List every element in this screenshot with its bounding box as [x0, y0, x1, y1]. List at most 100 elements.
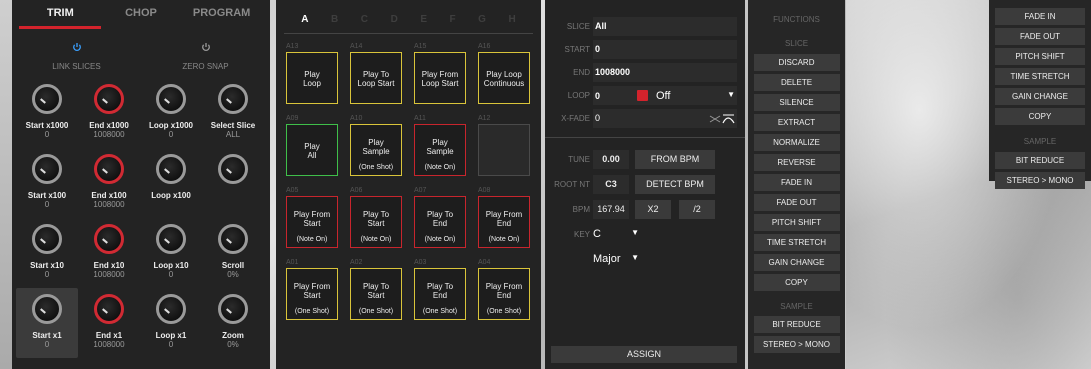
- tab-program[interactable]: PROGRAM: [187, 7, 257, 29]
- knob-dial[interactable]: [94, 294, 124, 324]
- pad-a16[interactable]: Play Loop Continuous: [478, 52, 530, 104]
- knob-end-x10[interactable]: End x10 1008000: [78, 218, 140, 288]
- loop-mode-select[interactable]: Off ▼: [656, 90, 735, 102]
- scale-select[interactable]: Major ▼: [593, 253, 643, 265]
- bpm-field[interactable]: 167.94: [593, 199, 629, 219]
- knob-end-x1000[interactable]: End x1000 1008000: [78, 78, 140, 148]
- knob-end-x100[interactable]: End x100 1008000: [78, 148, 140, 218]
- knob-zoom[interactable]: Zoom 0%: [202, 288, 264, 358]
- pad-a12[interactable]: [478, 124, 530, 176]
- fade-out-button[interactable]: FADE OUT: [753, 194, 840, 211]
- gain-change-button[interactable]: GAIN CHANGE: [753, 254, 840, 271]
- knob-start-x100[interactable]: Start x100 0: [16, 148, 78, 218]
- end-field[interactable]: 1008000: [593, 63, 737, 82]
- normalize-button[interactable]: NORMALIZE: [753, 134, 840, 151]
- lock-icon[interactable]: [637, 90, 648, 101]
- gain-change-button[interactable]: GAIN CHANGE: [995, 88, 1085, 105]
- knob-dial[interactable]: [32, 294, 62, 324]
- pad-a11[interactable]: Play Sample (Note On): [414, 124, 466, 176]
- bit-reduce-button[interactable]: BIT REDUCE: [753, 316, 840, 333]
- knob-dial[interactable]: [156, 84, 186, 114]
- knob-start-x10[interactable]: Start x10 0: [16, 218, 78, 288]
- delete-button[interactable]: DELETE: [753, 74, 840, 91]
- knob-dial[interactable]: [94, 154, 124, 184]
- knob-loop-x100[interactable]: Loop x100: [140, 148, 202, 218]
- stereo-mono-button[interactable]: STEREO > MONO: [995, 172, 1085, 189]
- pad-a09[interactable]: Play All: [286, 124, 338, 176]
- pad-a15[interactable]: Play From Loop Start: [414, 52, 466, 104]
- knob-dial[interactable]: [218, 224, 248, 254]
- fade-in-button[interactable]: FADE IN: [753, 174, 840, 191]
- pad-a07[interactable]: Play To End (Note On): [414, 196, 466, 248]
- copy-button[interactable]: COPY: [753, 274, 840, 291]
- knob-end-x1[interactable]: End x1 1008000: [78, 288, 140, 358]
- pad-a10[interactable]: Play Sample (One Shot): [350, 124, 402, 176]
- pad-a01[interactable]: Play From Start (One Shot): [286, 268, 338, 320]
- pad-bank-b[interactable]: B: [331, 14, 338, 33]
- pad-bank-a[interactable]: A: [301, 14, 308, 33]
- pad-a04[interactable]: Play From End (One Shot): [478, 268, 530, 320]
- assign-button[interactable]: ASSIGN: [551, 346, 737, 363]
- fade-in-button[interactable]: FADE IN: [995, 8, 1085, 25]
- pad-a02[interactable]: Play To Start (One Shot): [350, 268, 402, 320]
- zero-snap-toggle[interactable]: ZERO SNAP: [146, 42, 266, 78]
- pad-a08[interactable]: Play From End (Note On): [478, 196, 530, 248]
- time-stretch-button[interactable]: TIME STRETCH: [995, 68, 1085, 85]
- root-field[interactable]: C3: [593, 174, 629, 194]
- knob-dial[interactable]: [32, 84, 62, 114]
- start-field[interactable]: 0: [593, 40, 737, 59]
- xfade-field[interactable]: 0: [593, 109, 737, 128]
- pitch-shift-button[interactable]: PITCH SHIFT: [995, 48, 1085, 65]
- knob-dial[interactable]: [218, 84, 248, 114]
- pitch-shift-button[interactable]: PITCH SHIFT: [753, 214, 840, 231]
- fade-out-button[interactable]: FADE OUT: [995, 28, 1085, 45]
- stereo-mono-button[interactable]: STEREO > MONO: [753, 336, 840, 353]
- reverse-button[interactable]: REVERSE: [753, 154, 840, 171]
- half-button[interactable]: /2: [679, 199, 715, 219]
- extract-button[interactable]: EXTRACT: [753, 114, 840, 131]
- pad-bank-e[interactable]: E: [420, 14, 427, 33]
- from-bpm-button[interactable]: FROM BPM: [635, 149, 715, 169]
- link-slices-toggle[interactable]: LINK SLICES: [17, 42, 137, 78]
- tune-field[interactable]: 0.00: [593, 149, 629, 169]
- pad-bank-f[interactable]: F: [450, 14, 456, 33]
- silence-button[interactable]: SILENCE: [753, 94, 840, 111]
- pad-bank-g[interactable]: G: [478, 14, 486, 33]
- knob-dial[interactable]: [156, 294, 186, 324]
- pad-bank-d[interactable]: D: [391, 14, 398, 33]
- bit-reduce-button[interactable]: BIT REDUCE: [995, 152, 1085, 169]
- knob-dial[interactable]: [94, 224, 124, 254]
- pad-a05[interactable]: Play From Start (Note On): [286, 196, 338, 248]
- knob-dial[interactable]: [156, 154, 186, 184]
- pad-bank-c[interactable]: C: [361, 14, 368, 33]
- knob-start-x1[interactable]: Start x1 0: [16, 288, 78, 358]
- x2-button[interactable]: X2: [635, 199, 671, 219]
- crossfade-curve-icon[interactable]: [709, 113, 735, 124]
- tab-chop[interactable]: CHOP: [106, 7, 176, 29]
- time-stretch-button[interactable]: TIME STRETCH: [753, 234, 840, 251]
- pad-a06[interactable]: Play To Start (Note On): [350, 196, 402, 248]
- knob-dial[interactable]: [218, 294, 248, 324]
- knob-loop-x10[interactable]: Loop x10 0: [140, 218, 202, 288]
- tab-trim[interactable]: TRIM: [19, 7, 102, 29]
- loop-value[interactable]: 0: [595, 91, 637, 101]
- pad-a03[interactable]: Play To End (One Shot): [414, 268, 466, 320]
- copy-button[interactable]: COPY: [995, 108, 1085, 125]
- knob-blank[interactable]: [202, 148, 264, 218]
- pad-a13[interactable]: Play Loop: [286, 52, 338, 104]
- knob-start-x1000[interactable]: Start x1000 0: [16, 78, 78, 148]
- knob-select-slice[interactable]: Select Slice ALL: [202, 78, 264, 148]
- knob-dial[interactable]: [156, 224, 186, 254]
- knob-dial[interactable]: [94, 84, 124, 114]
- key-select[interactable]: C ▼: [593, 228, 643, 240]
- discard-button[interactable]: DISCARD: [753, 54, 840, 71]
- knob-loop-x1[interactable]: Loop x1 0: [140, 288, 202, 358]
- pad-bank-h[interactable]: H: [508, 14, 515, 33]
- slice-field[interactable]: All: [593, 17, 737, 36]
- pad-a14[interactable]: Play To Loop Start: [350, 52, 402, 104]
- knob-dial[interactable]: [218, 154, 248, 184]
- knob-loop-x1000[interactable]: Loop x1000 0: [140, 78, 202, 148]
- knob-dial[interactable]: [32, 154, 62, 184]
- knob-scroll[interactable]: Scroll 0%: [202, 218, 264, 288]
- detect-bpm-button[interactable]: DETECT BPM: [635, 174, 715, 194]
